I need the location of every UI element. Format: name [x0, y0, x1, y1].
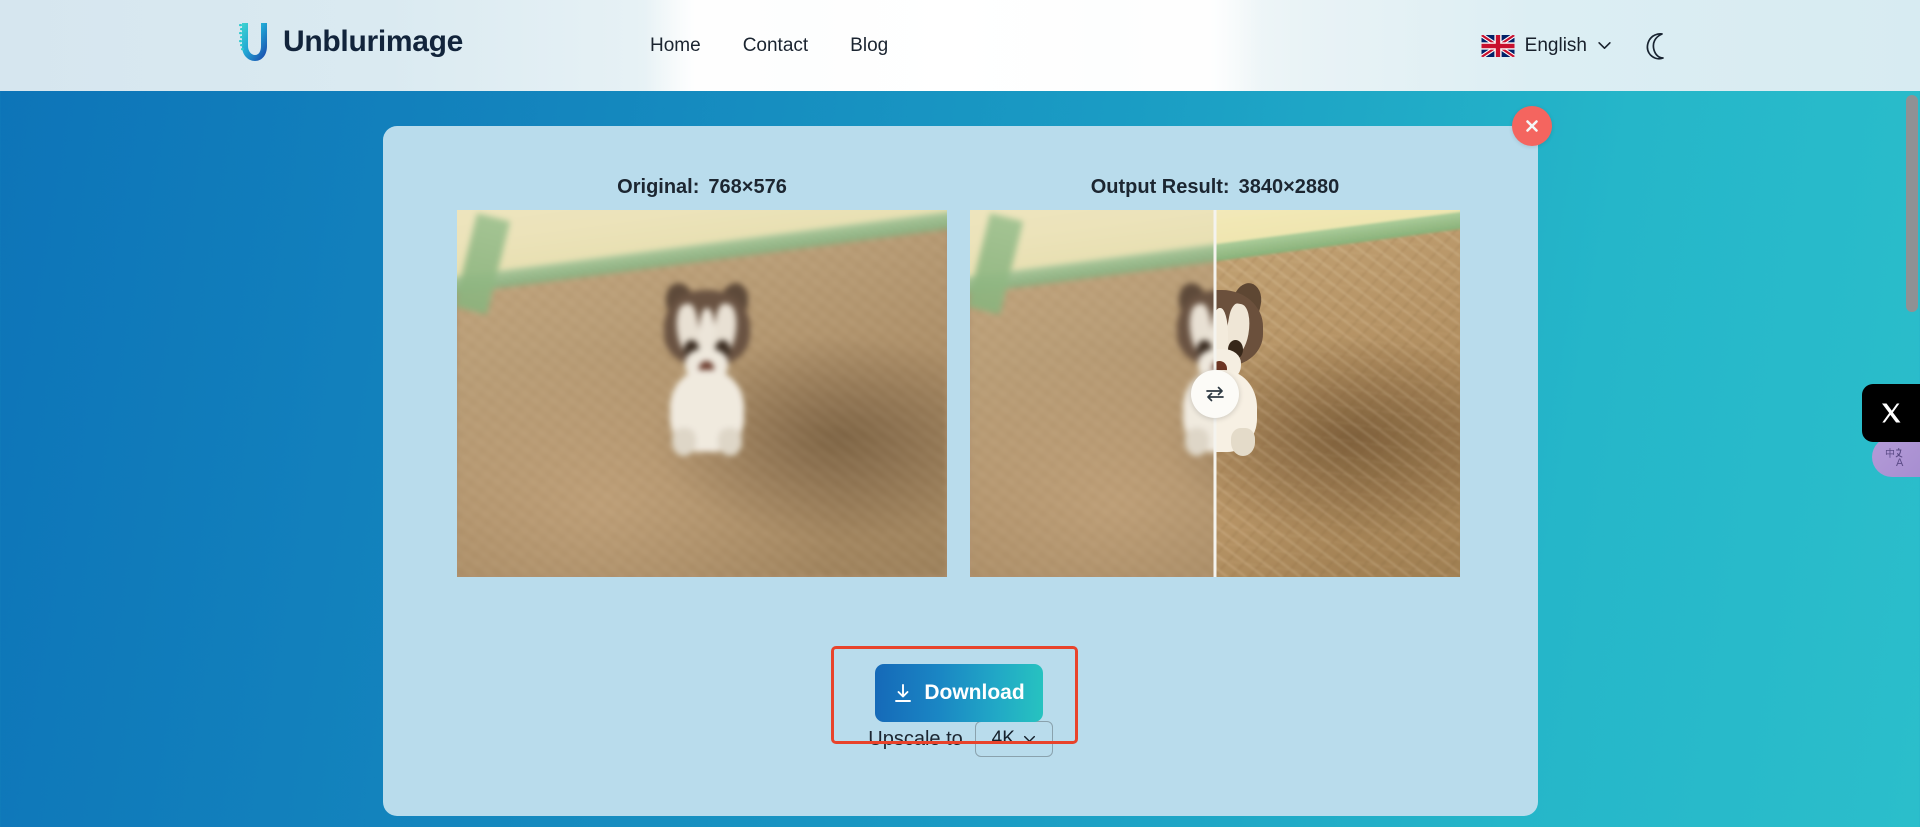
comparison-images — [383, 210, 1538, 577]
download-icon — [895, 683, 912, 702]
main-navigation: Home Contact Blog — [650, 0, 888, 91]
chevron-down-icon — [1023, 735, 1035, 743]
comparison-slider-handle[interactable] — [1191, 369, 1239, 418]
nav-item-blog[interactable]: Blog — [850, 35, 888, 57]
download-button[interactable]: Download — [875, 664, 1043, 722]
swap-arrows-icon — [1206, 386, 1224, 401]
dark-mode-toggle[interactable] — [1644, 32, 1670, 60]
original-dimensions: 768×576 — [708, 176, 787, 198]
scrollbar-thumb[interactable] — [1906, 95, 1918, 312]
comparison-labels: Original: 768×576 Output Result: 3840×2880 — [383, 176, 1538, 202]
close-panel-button[interactable] — [1512, 106, 1552, 146]
moon-icon — [1646, 32, 1664, 60]
uk-flag-icon — [1480, 34, 1515, 57]
site-header: Unblurimage Home Contact Blog English — [0, 0, 1920, 91]
language-selector[interactable]: English — [1480, 34, 1612, 57]
site-logo[interactable]: Unblurimage — [236, 20, 463, 64]
download-button-label: Download — [924, 681, 1025, 704]
upscale-select[interactable]: 4K — [974, 721, 1053, 757]
header-right-controls: English — [1480, 0, 1670, 91]
output-image-comparison[interactable] — [970, 210, 1460, 577]
x-twitter-icon — [1882, 403, 1901, 423]
original-image-content — [457, 210, 947, 577]
upscale-label: Upscale to — [868, 727, 963, 750]
close-x-icon — [1526, 120, 1538, 132]
unblurimage-u-logo-icon — [239, 23, 267, 61]
output-label: Output Result: 3840×2880 — [970, 176, 1460, 199]
upscale-selected-value: 4K — [991, 728, 1015, 749]
output-prefix: Output Result: — [1090, 176, 1230, 198]
language-label: English — [1524, 34, 1587, 56]
nav-item-contact[interactable]: Contact — [743, 35, 808, 57]
output-dimensions: 3840×2880 — [1238, 176, 1340, 198]
original-prefix: Original: — [617, 176, 700, 198]
nav-item-home[interactable]: Home — [650, 35, 701, 57]
original-image — [457, 210, 947, 577]
logo-text: Unblurimage — [283, 25, 464, 58]
upscale-control-row: Upscale to 4K — [383, 721, 1538, 757]
svg-text:中: 中 — [1885, 447, 1895, 460]
chevron-down-icon — [1598, 41, 1611, 50]
original-label: Original: 768×576 — [457, 176, 947, 199]
